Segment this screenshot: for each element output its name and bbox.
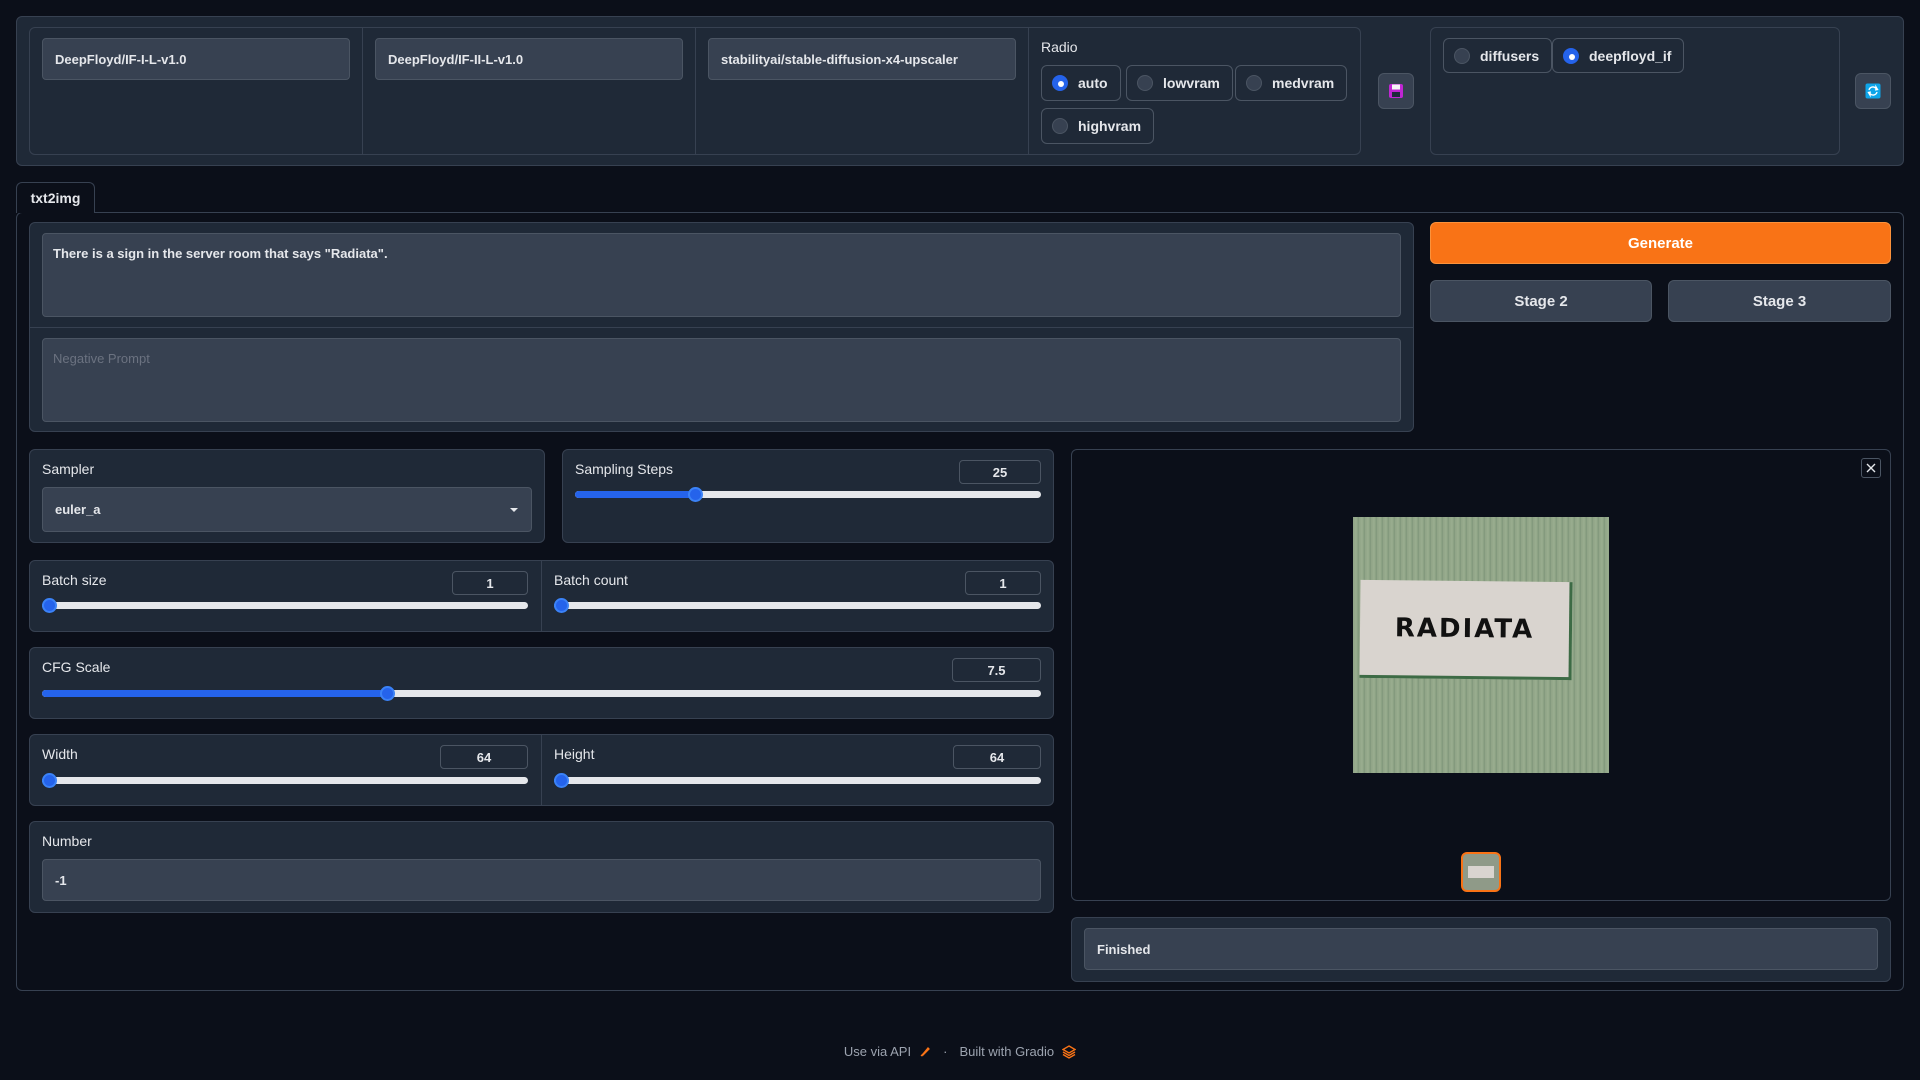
negative-prompt-placeholder: Negative Prompt xyxy=(53,351,150,366)
stage3-button[interactable]: Stage 3 xyxy=(1668,280,1891,322)
caret-down-icon xyxy=(510,507,518,512)
output-image[interactable]: RADIATA xyxy=(1353,517,1609,773)
sampling-steps-number[interactable]: 25 xyxy=(959,460,1041,484)
stage1-model-input[interactable]: DeepFloyd/IF-I-L-v1.0 xyxy=(42,38,350,80)
slider-thumb[interactable] xyxy=(42,773,57,788)
sampling-steps-label: Sampling Steps xyxy=(575,461,674,477)
batch-size-slider[interactable] xyxy=(42,598,528,613)
radio-unselected-icon xyxy=(1052,118,1068,134)
radio-option-label: medvram xyxy=(1272,75,1335,91)
radio-lowvram[interactable]: lowvram xyxy=(1126,65,1233,101)
mode-option-label: deepfloyd_if xyxy=(1589,47,1672,64)
batch-size-number[interactable]: 1 xyxy=(452,571,528,595)
radio-unselected-icon xyxy=(1246,75,1262,91)
radio-option-label: auto xyxy=(1078,75,1108,91)
divider xyxy=(29,327,1414,328)
width-label: Width xyxy=(42,746,78,762)
slider-thumb[interactable] xyxy=(42,598,57,613)
sign-text: RADIATA xyxy=(1394,612,1535,645)
thumbnail-sign xyxy=(1468,866,1494,878)
radio-selected-icon xyxy=(1052,75,1068,91)
radio-unselected-icon xyxy=(1137,75,1153,91)
close-icon xyxy=(1866,463,1876,473)
seed-input[interactable]: -1 xyxy=(42,859,1041,901)
radio-option-label: highvram xyxy=(1078,118,1142,134)
radio-option-label: lowvram xyxy=(1163,75,1220,91)
sign-card: RADIATA xyxy=(1359,579,1573,681)
slider-fill xyxy=(575,491,695,498)
batch-count-number[interactable]: 1 xyxy=(965,571,1041,595)
footer: Use via API · Built with Gradio xyxy=(0,1044,1920,1059)
radio-selected-icon xyxy=(1563,47,1579,64)
rocket-icon xyxy=(920,1046,931,1057)
generate-button[interactable]: Generate xyxy=(1430,222,1891,264)
height-label: Height xyxy=(554,746,595,762)
divider xyxy=(362,27,363,155)
sampler-dropdown[interactable]: euler_a xyxy=(42,487,532,532)
divider xyxy=(1028,27,1029,155)
radio-highvram[interactable]: highvram xyxy=(1041,108,1155,144)
refresh-button[interactable] xyxy=(1855,73,1891,109)
sampler-value: euler_a xyxy=(55,502,101,517)
width-slider[interactable] xyxy=(42,773,528,788)
prompt-textarea[interactable]: There is a sign in the server room that … xyxy=(42,233,1401,317)
radio-unselected-icon xyxy=(1454,47,1470,64)
footer-separator: · xyxy=(943,1044,948,1059)
built-with-gradio-link[interactable]: Built with Gradio xyxy=(959,1044,1054,1059)
stage2-button[interactable]: Stage 2 xyxy=(1430,280,1652,322)
batch-size-label: Batch size xyxy=(42,572,107,588)
batch-count-slider[interactable] xyxy=(554,598,1041,613)
tab-label: txt2img xyxy=(30,190,81,206)
batch-count-label: Batch count xyxy=(554,572,628,588)
divider xyxy=(541,734,542,806)
tab-txt2img[interactable]: txt2img xyxy=(16,182,95,213)
close-preview-button[interactable] xyxy=(1861,458,1881,478)
cfg-scale-slider[interactable] xyxy=(42,686,1041,701)
divider xyxy=(541,560,542,632)
slider-thumb[interactable] xyxy=(554,598,569,613)
width-number[interactable]: 64 xyxy=(440,745,528,769)
slider-thumb[interactable] xyxy=(554,773,569,788)
mode-option-label: diffusers xyxy=(1480,47,1540,64)
radio-medvram[interactable]: medvram xyxy=(1235,65,1348,101)
cfg-scale-number[interactable]: 7.5 xyxy=(952,658,1041,682)
gallery-thumbnail[interactable] xyxy=(1461,852,1501,892)
refresh-icon xyxy=(1865,83,1881,99)
stage3-model-input[interactable]: stabilityai/stable-diffusion-x4-upscaler xyxy=(708,38,1016,80)
save-settings-button[interactable] xyxy=(1378,73,1414,109)
use-api-link[interactable]: Use via API xyxy=(844,1044,911,1059)
prompt-text: There is a sign in the server room that … xyxy=(53,246,388,261)
slider-fill xyxy=(42,690,388,697)
sampling-steps-slider[interactable] xyxy=(575,487,1041,502)
sampler-label: Sampler xyxy=(42,461,95,477)
mode-deepfloyd-if[interactable]: deepfloyd_if xyxy=(1552,38,1685,73)
slider-thumb[interactable] xyxy=(687,487,703,502)
status-field: Finished xyxy=(1084,928,1878,970)
mode-diffusers[interactable]: diffusers xyxy=(1443,38,1553,73)
stage2-model-input[interactable]: DeepFloyd/IF-II-L-v1.0 xyxy=(375,38,683,80)
gradio-logo-icon xyxy=(1062,1044,1077,1059)
cfg-scale-block xyxy=(29,647,1054,719)
cfg-scale-label: CFG Scale xyxy=(42,659,111,675)
floppy-icon xyxy=(1389,84,1403,98)
radio-label: Radio xyxy=(1041,39,1078,55)
negative-prompt-textarea[interactable]: Negative Prompt xyxy=(42,338,1401,422)
radio-auto[interactable]: auto xyxy=(1041,65,1121,101)
divider xyxy=(695,27,696,155)
seed-label: Number xyxy=(42,833,92,849)
height-slider[interactable] xyxy=(554,773,1041,788)
height-number[interactable]: 64 xyxy=(953,745,1041,769)
